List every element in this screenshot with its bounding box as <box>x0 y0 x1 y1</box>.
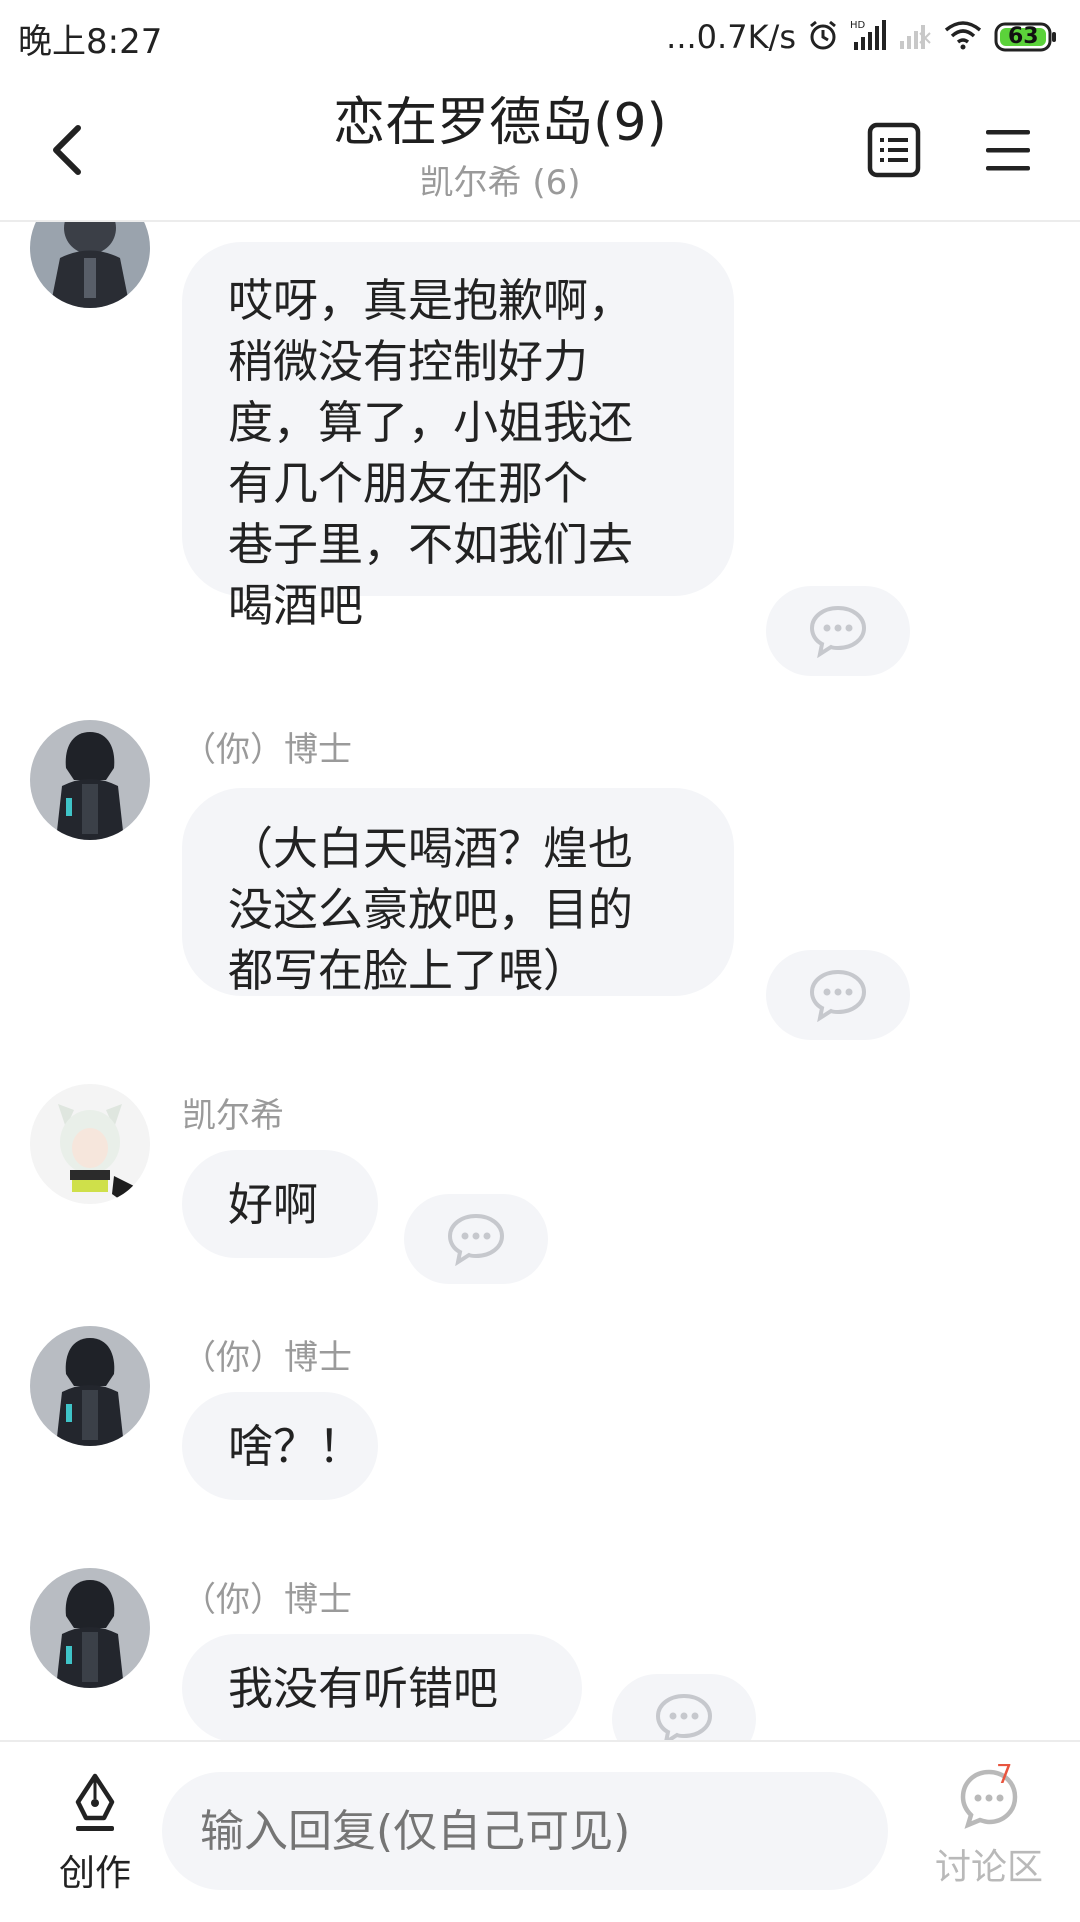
discussion-count-badge: 7 <box>996 1760 1013 1790</box>
message-bubble[interactable]: 好啊 <box>182 1150 378 1258</box>
message-line: 都写在脸上了喂） <box>228 944 589 997</box>
message-line: 我没有听错吧 <box>228 1662 499 1715</box>
doctor-avatar-icon <box>30 222 150 308</box>
comment-button[interactable] <box>612 1674 756 1740</box>
message-line: 好啊 <box>228 1178 319 1231</box>
menu-button[interactable] <box>982 124 1034 176</box>
status-bar: 晚上8:27 ...0.7K/s HD 63 <box>0 0 1080 76</box>
status-time: 晚上8:27 <box>18 22 163 62</box>
message-line: 啥？！ <box>228 1420 364 1473</box>
message-line: 稍微没有控制好力 <box>228 335 589 388</box>
pen-nib-icon <box>75 1773 115 1831</box>
comment-button[interactable] <box>766 950 910 1040</box>
sender-name: 凯尔希 <box>182 1096 284 1136</box>
message-line: 有几个朋友在那个 <box>228 457 589 510</box>
doctor-avatar-icon <box>30 720 150 840</box>
create-button[interactable]: 创作 <box>50 1772 140 1896</box>
doctor-avatar-icon <box>30 1568 150 1688</box>
avatar[interactable] <box>30 1084 150 1204</box>
comment-icon <box>655 1693 713 1740</box>
sender-name: （你）博士 <box>182 730 352 770</box>
bottom-bar: 创作 7 讨论区 <box>0 1740 1080 1922</box>
back-icon <box>53 125 81 175</box>
sender-name: （你）博士 <box>182 1338 352 1378</box>
message-line: 喝酒吧 <box>228 579 364 632</box>
wifi-icon <box>944 20 982 54</box>
status-icons: ...0.7K/s HD 63 <box>666 14 1058 60</box>
message-bubble[interactable]: 哎呀，真是抱歉啊， 稍微没有控制好力 度，算了，小姐我还 有几个朋友在那个 巷子… <box>182 242 734 632</box>
network-speed: ...0.7K/s <box>666 18 796 56</box>
chat-header: 恋在罗德岛(9) 凯尔希 (6) <box>0 76 1080 222</box>
page-title: 恋在罗德岛(9) <box>333 93 667 153</box>
kaltsit-avatar-icon <box>30 1084 150 1204</box>
alarm-icon <box>808 19 838 55</box>
message-line: （大白天喝酒？煌也 <box>228 822 634 875</box>
signal-hd-icon: HD <box>850 18 886 56</box>
battery-level: 63 <box>1008 24 1039 49</box>
comment-icon <box>809 605 867 658</box>
avatar[interactable] <box>30 1326 150 1446</box>
message-bubble[interactable]: 我没有听错吧 <box>182 1634 582 1740</box>
title-block: 恋在罗德岛(9) 凯尔希 (6) <box>220 92 780 208</box>
menu-icon <box>986 130 1030 171</box>
doctor-avatar-icon <box>30 1326 150 1446</box>
comment-icon <box>447 1213 505 1266</box>
message-line: 没这么豪放吧，目的 <box>228 883 634 936</box>
discussion-label: 讨论区 <box>934 1847 1043 1888</box>
back-button[interactable] <box>40 114 100 184</box>
message-bubble[interactable]: 啥？！ <box>182 1392 378 1500</box>
avatar[interactable] <box>30 1568 150 1688</box>
avatar[interactable] <box>30 720 150 840</box>
signal-empty-icon <box>898 19 932 55</box>
page-subtitle: 凯尔希 (6) <box>419 163 581 203</box>
list-icon <box>867 122 921 178</box>
sender-name: （你）博士 <box>182 1580 352 1620</box>
message-bubble[interactable]: （大白天喝酒？煌也 没这么豪放吧，目的 都写在脸上了喂） <box>182 788 734 997</box>
reply-input[interactable] <box>162 1772 888 1890</box>
comment-icon <box>809 969 867 1022</box>
discussion-button[interactable]: 7 讨论区 <box>924 1760 1054 1890</box>
discussion-icon-wrap: 7 <box>924 1760 1054 1834</box>
list-button[interactable] <box>866 120 922 180</box>
message-line: 巷子里，不如我们去 <box>228 518 634 571</box>
battery-icon: 63 <box>994 21 1058 53</box>
avatar[interactable] <box>30 222 150 308</box>
chat-list[interactable]: 哎呀，真是抱歉啊， 稍微没有控制好力 度，算了，小姐我还 有几个朋友在那个 巷子… <box>0 222 1080 1740</box>
message-line: 哎呀，真是抱歉啊， <box>228 274 634 327</box>
comment-button[interactable] <box>404 1194 548 1284</box>
create-label: 创作 <box>58 1853 131 1894</box>
message-line: 度，算了，小姐我还 <box>228 396 634 449</box>
comment-button[interactable] <box>766 586 910 676</box>
svg-text:HD: HD <box>850 20 866 31</box>
